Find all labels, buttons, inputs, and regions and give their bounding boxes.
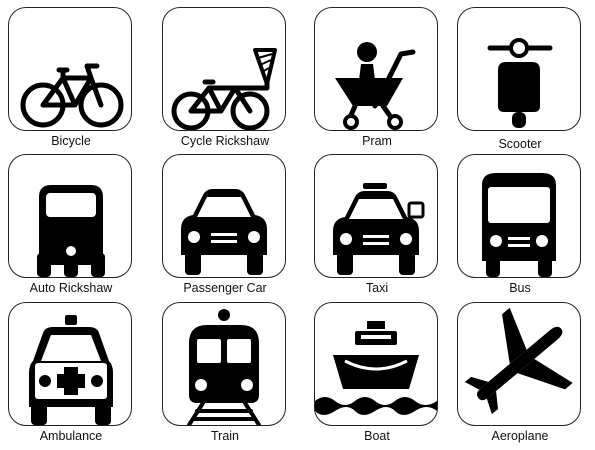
tile-auto-rickshaw: Auto Rickshaw bbox=[8, 154, 132, 295]
boat-icon bbox=[315, 321, 437, 415]
tile-train: Train bbox=[162, 302, 286, 443]
pram-icon bbox=[335, 42, 416, 130]
scooter-icon bbox=[487, 38, 553, 128]
train-icon bbox=[187, 309, 261, 425]
tile-bicycle: Bicycle bbox=[8, 7, 132, 148]
passenger-car-icon bbox=[181, 189, 267, 275]
icon-label: Bicycle bbox=[51, 134, 91, 148]
icon-label: Ambulance bbox=[39, 429, 103, 443]
icon-label: Passenger Car bbox=[183, 281, 267, 295]
icon-label: Bus bbox=[509, 281, 531, 295]
bicycle-icon bbox=[20, 63, 124, 128]
bus-icon bbox=[482, 173, 556, 277]
icon-label: Taxi bbox=[365, 281, 389, 295]
icon-label: Aeroplane bbox=[491, 429, 549, 443]
tile-pram: Pram bbox=[314, 7, 438, 148]
taxi-icon bbox=[333, 183, 425, 275]
icon-label: Auto Rickshaw bbox=[29, 281, 113, 295]
tile-scooter: Scooter bbox=[457, 7, 581, 151]
cycle-rickshaw-icon bbox=[171, 48, 277, 130]
ambulance-icon bbox=[29, 315, 113, 425]
icon-label: Scooter bbox=[498, 137, 542, 151]
icon-label: Cycle Rickshaw bbox=[180, 134, 270, 148]
icon-label: Train bbox=[210, 429, 239, 443]
tile-cycle-rickshaw: Cycle Rickshaw bbox=[162, 7, 286, 148]
tile-taxi: Taxi bbox=[314, 154, 438, 295]
icon-label: Pram bbox=[362, 134, 392, 148]
tile-boat: Boat bbox=[314, 302, 438, 443]
tile-ambulance: Ambulance bbox=[8, 302, 132, 443]
aeroplane-icon bbox=[464, 307, 573, 415]
tile-passenger-car: Passenger Car bbox=[162, 154, 286, 295]
icon-label: Boat bbox=[364, 429, 390, 443]
auto-rickshaw-icon bbox=[37, 185, 105, 277]
tile-bus: Bus bbox=[457, 154, 581, 295]
tile-aeroplane: Aeroplane bbox=[457, 302, 581, 443]
